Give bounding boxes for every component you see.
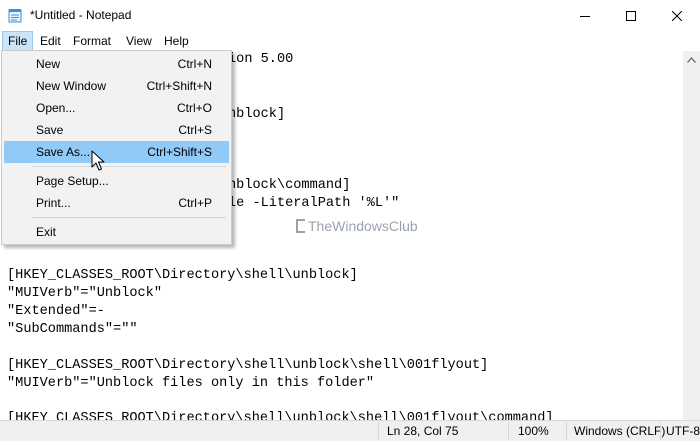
menu-edit[interactable]: Edit bbox=[35, 31, 66, 51]
status-divider bbox=[566, 422, 567, 440]
menu-item-shortcut: Ctrl+O bbox=[176, 101, 212, 115]
menu-item-shortcut: Ctrl+Shift+S bbox=[147, 145, 212, 159]
menu-item-shortcut: Ctrl+Shift+N bbox=[146, 79, 212, 93]
editor-line: nblock] bbox=[228, 107, 286, 122]
maximize-icon bbox=[626, 10, 636, 21]
editor-line: [HKEY_CLASSES_ROOT\Directory\shell\unblo… bbox=[7, 268, 358, 283]
menu-item-exit[interactable]: Exit bbox=[4, 221, 229, 243]
watermark-logo-icon bbox=[296, 219, 305, 233]
menu-item-label: Page Setup... bbox=[36, 174, 109, 188]
menu-item-open[interactable]: Open... Ctrl+O bbox=[4, 97, 229, 119]
menu-bar: File Edit Format View Help bbox=[0, 31, 700, 51]
zoom-level: 100% bbox=[518, 424, 549, 438]
status-divider bbox=[660, 422, 661, 440]
menu-item-shortcut: Ctrl+S bbox=[178, 123, 212, 137]
encoding: UTF-8 bbox=[666, 424, 700, 438]
menu-item-page-setup[interactable]: Page Setup... bbox=[4, 170, 229, 192]
menu-item-new[interactable]: New Ctrl+N bbox=[4, 53, 229, 75]
cursor-position: Ln 28, Col 75 bbox=[387, 424, 459, 438]
editor-line: "Extended"=- bbox=[7, 304, 105, 319]
line-ending: Windows (CRLF) bbox=[574, 424, 666, 438]
title-bar: *Untitled - Notepad bbox=[0, 0, 700, 31]
editor-line: [HKEY_CLASSES_ROOT\Directory\shell\unblo… bbox=[7, 411, 554, 420]
editor-line: ion 5.00 bbox=[228, 52, 294, 67]
menu-help[interactable]: Help bbox=[159, 31, 194, 51]
mouse-pointer-icon bbox=[91, 150, 105, 171]
minimize-button[interactable] bbox=[562, 0, 608, 31]
menu-separator bbox=[32, 217, 226, 218]
chevron-up-icon bbox=[687, 56, 696, 63]
status-divider bbox=[508, 422, 509, 440]
editor-line: "MUIVerb"="Unblock files only in this fo… bbox=[7, 376, 375, 391]
scroll-up-button[interactable] bbox=[683, 51, 700, 68]
editor-line: "SubCommands"="" bbox=[7, 322, 138, 337]
menu-item-label: Exit bbox=[36, 225, 57, 239]
menu-file[interactable]: File bbox=[2, 31, 33, 51]
watermark: TheWindowsClub bbox=[296, 218, 418, 234]
menu-item-label: New Window bbox=[36, 79, 107, 93]
menu-item-label: New bbox=[36, 57, 61, 71]
status-divider bbox=[378, 422, 379, 440]
menu-item-label: Save As... bbox=[36, 145, 91, 159]
close-button[interactable] bbox=[654, 0, 700, 31]
menu-item-label: Print... bbox=[36, 196, 71, 210]
menu-item-print[interactable]: Print... Ctrl+P bbox=[4, 192, 229, 214]
close-icon bbox=[672, 10, 682, 21]
editor-line: le -LiteralPath '%L'" bbox=[228, 196, 400, 211]
menu-item-shortcut: Ctrl+N bbox=[177, 57, 212, 71]
minimize-icon bbox=[580, 15, 590, 17]
watermark-text: TheWindowsClub bbox=[308, 218, 418, 234]
editor-line: "MUIVerb"="Unblock" bbox=[7, 286, 162, 301]
status-bar: Ln 28, Col 75 100% Windows (CRLF) UTF-8 bbox=[0, 420, 700, 441]
menu-item-label: Save bbox=[36, 123, 64, 137]
menu-separator bbox=[32, 166, 226, 167]
editor-line: nblock\command] bbox=[228, 178, 351, 193]
file-menu-dropdown: New Ctrl+N New Window Ctrl+Shift+N Open...… bbox=[1, 50, 232, 245]
menu-format[interactable]: Format bbox=[68, 31, 116, 51]
maximize-button[interactable] bbox=[608, 0, 654, 31]
menu-item-save[interactable]: Save Ctrl+S bbox=[4, 119, 229, 141]
menu-item-new-window[interactable]: New Window Ctrl+Shift+N bbox=[4, 75, 229, 97]
menu-item-label: Open... bbox=[36, 101, 76, 115]
menu-item-save-as[interactable]: Save As... Ctrl+Shift+S bbox=[4, 141, 229, 163]
notepad-app-icon bbox=[8, 9, 22, 23]
editor-line: [HKEY_CLASSES_ROOT\Directory\shell\unblo… bbox=[7, 358, 489, 373]
menu-item-shortcut: Ctrl+P bbox=[178, 196, 212, 210]
window-title: *Untitled - Notepad bbox=[30, 8, 132, 22]
vertical-scrollbar[interactable] bbox=[683, 51, 700, 420]
menu-view[interactable]: View bbox=[121, 31, 157, 51]
